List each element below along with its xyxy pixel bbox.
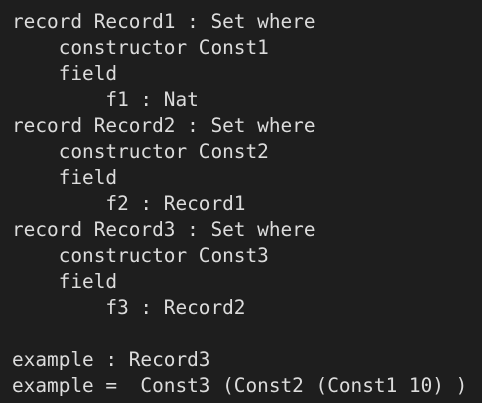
- code-line: field: [12, 270, 118, 293]
- code-line: f3 : Record2: [12, 296, 246, 319]
- code-line: field: [12, 166, 118, 189]
- code-line: f2 : Record1: [12, 192, 246, 215]
- code-line: record Record2 : Set where: [12, 114, 316, 137]
- code-line: f1 : Nat: [12, 88, 199, 111]
- code-line: record Record1 : Set where: [12, 10, 316, 33]
- code-line: constructor Const2: [12, 140, 269, 163]
- code-line: record Record3 : Set where: [12, 218, 316, 241]
- code-line: example : Record3: [12, 348, 211, 371]
- code-line: example = Const3 (Const2 (Const1 10) ): [12, 374, 468, 397]
- code-editor[interactable]: record Record1 : Set where constructor C…: [0, 0, 482, 403]
- code-line: constructor Const3: [12, 244, 269, 267]
- code-line: field: [12, 62, 118, 85]
- code-line: constructor Const1: [12, 36, 269, 59]
